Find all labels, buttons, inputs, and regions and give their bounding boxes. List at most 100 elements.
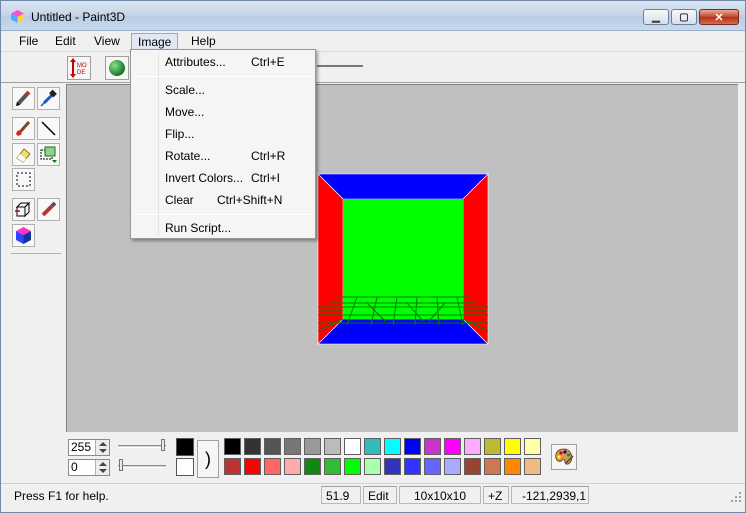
marquee-tool[interactable]: [12, 168, 35, 191]
palette-swatch[interactable]: [504, 458, 521, 475]
spin-up-icon[interactable]: [99, 462, 107, 466]
menu-item-shortcut: Ctrl+Shift+N: [217, 193, 283, 207]
palette-button[interactable]: [551, 444, 577, 470]
menu-item-scale[interactable]: Scale...: [131, 80, 315, 100]
palette-swatch[interactable]: [244, 458, 261, 475]
palette-swatch[interactable]: [464, 458, 481, 475]
palette-icon: [555, 448, 574, 465]
close-icon: ✕: [714, 11, 724, 24]
menu-view[interactable]: View: [88, 33, 126, 50]
width-spinner[interactable]: 0: [68, 459, 110, 476]
palette-swatch[interactable]: [444, 458, 461, 475]
menu-item-flip[interactable]: Flip...: [131, 124, 315, 144]
brush-tool[interactable]: [12, 117, 35, 140]
width-slider[interactable]: [118, 465, 166, 468]
swap-arrow-icon: ): [205, 449, 211, 469]
palette-swatch[interactable]: [304, 458, 321, 475]
palette-swatch[interactable]: [324, 438, 341, 455]
palette-swatch[interactable]: [524, 438, 541, 455]
cube-right-face: [462, 173, 489, 345]
mode-button[interactable]: MO DE: [67, 56, 91, 80]
alpha-slider-thumb[interactable]: [161, 439, 165, 451]
background-color[interactable]: [176, 458, 194, 476]
menu-item-move[interactable]: Move...: [131, 102, 315, 122]
foreground-color[interactable]: [176, 438, 194, 456]
select-move-icon: [40, 146, 57, 163]
minimize-button[interactable]: ▁: [643, 9, 669, 25]
palette-swatch[interactable]: [524, 458, 541, 475]
menu-image[interactable]: Image: [131, 33, 179, 50]
brush-icon: [16, 121, 31, 136]
alpha-slider[interactable]: [118, 445, 166, 448]
extrude-tool[interactable]: [12, 198, 35, 221]
palette-swatch[interactable]: [284, 458, 301, 475]
palette-swatch[interactable]: [264, 438, 281, 455]
palette-swatch[interactable]: [244, 438, 261, 455]
palette-swatch[interactable]: [224, 458, 241, 475]
eyedropper-icon: [40, 89, 57, 107]
line-tool[interactable]: [37, 117, 60, 140]
window-title: Untitled - Paint3D: [31, 10, 126, 24]
sphere-icon: [109, 60, 125, 76]
palette-swatch[interactable]: [464, 438, 481, 455]
menu-item-clear[interactable]: Clear Ctrl+Shift+N: [131, 190, 315, 210]
paint-tube-icon: [41, 201, 57, 217]
menu-item-invert-colors[interactable]: Invert Colors... Ctrl+I: [131, 168, 315, 188]
palette-swatch[interactable]: [324, 458, 341, 475]
menu-item-label: Move...: [165, 105, 205, 119]
paint-tube-tool[interactable]: [37, 198, 60, 221]
palette-swatch[interactable]: [384, 458, 401, 475]
width-slider-thumb[interactable]: [119, 459, 123, 471]
palette-swatch[interactable]: [364, 458, 381, 475]
palette-swatch[interactable]: [284, 438, 301, 455]
palette-swatch[interactable]: [264, 458, 281, 475]
status-mode: Edit: [363, 486, 397, 504]
extrude-icon: [15, 201, 31, 218]
status-help: Press F1 for help.: [14, 489, 109, 503]
palette-swatch[interactable]: [484, 438, 501, 455]
menu-item-rotate[interactable]: Rotate... Ctrl+R: [131, 146, 315, 166]
spinner-arrows[interactable]: [95, 440, 109, 455]
line-icon: [41, 121, 56, 136]
spin-down-icon[interactable]: [99, 449, 107, 453]
palette-swatch[interactable]: [404, 438, 421, 455]
close-button[interactable]: ✕: [699, 9, 739, 25]
palette-swatch[interactable]: [304, 438, 321, 455]
pencil-tool[interactable]: [12, 87, 35, 110]
color-bar: 255 0 ): [1, 432, 745, 482]
spin-down-icon[interactable]: [99, 469, 107, 473]
palette-swatch[interactable]: [504, 438, 521, 455]
menu-item-attributes[interactable]: Attributes... Ctrl+E: [131, 52, 315, 72]
eraser-tool[interactable]: [12, 143, 35, 166]
tool-panel-divider: [11, 253, 61, 254]
spinner-arrows[interactable]: [95, 460, 109, 475]
select-move-tool[interactable]: [37, 143, 60, 166]
palette-swatch[interactable]: [364, 438, 381, 455]
swap-colors-button[interactable]: ): [197, 440, 219, 478]
palette-swatch[interactable]: [424, 438, 441, 455]
eyedropper-tool[interactable]: [37, 87, 60, 110]
menu-help[interactable]: Help: [185, 33, 222, 50]
spin-up-icon[interactable]: [99, 442, 107, 446]
palette-swatch[interactable]: [384, 438, 401, 455]
palette-swatch[interactable]: [224, 438, 241, 455]
palette-swatch[interactable]: [444, 438, 461, 455]
sphere-button[interactable]: [105, 56, 129, 80]
cube-left-face: [317, 173, 344, 345]
palette-swatch[interactable]: [404, 458, 421, 475]
menu-item-label: Flip...: [165, 127, 195, 141]
menu-edit[interactable]: Edit: [49, 33, 82, 50]
palette-swatch[interactable]: [424, 458, 441, 475]
menu-file[interactable]: File: [13, 33, 44, 50]
menu-item-run-script[interactable]: Run Script...: [131, 218, 315, 238]
palette-swatch[interactable]: [484, 458, 501, 475]
menu-item-label: Invert Colors...: [165, 171, 244, 185]
alpha-spinner[interactable]: 255: [68, 439, 110, 456]
palette-swatch[interactable]: [344, 438, 361, 455]
palette-swatch[interactable]: [344, 458, 361, 475]
resize-grip-icon[interactable]: [730, 491, 742, 503]
maximize-button[interactable]: ▢: [671, 9, 697, 25]
color-cube-tool[interactable]: [12, 224, 35, 247]
mode-text-bottom: DE: [77, 70, 85, 76]
minimize-icon: ▁: [652, 11, 660, 23]
